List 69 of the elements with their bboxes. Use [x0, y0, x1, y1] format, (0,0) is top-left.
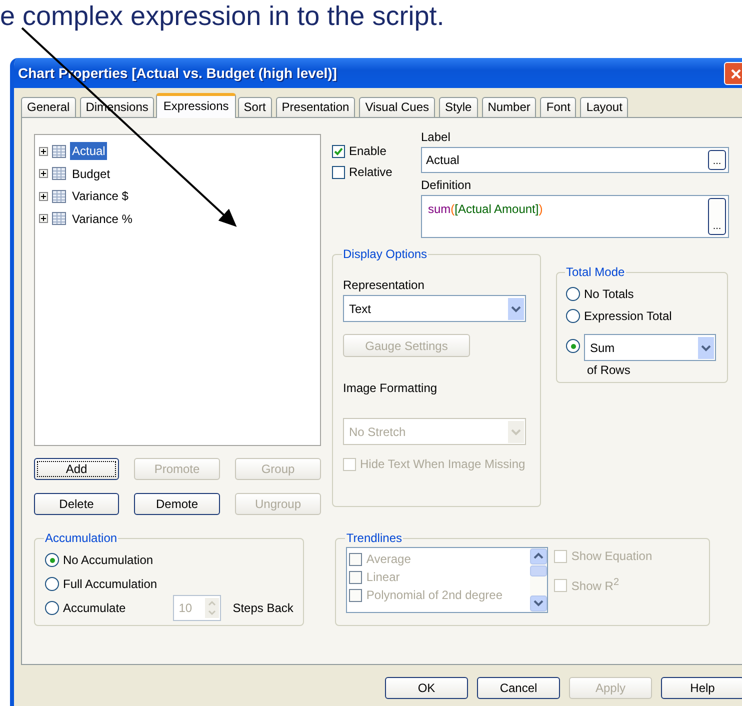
- button[interactable]: Demote: [134, 493, 220, 515]
- definition-field[interactable]: sum([Actual Amount]) ...: [421, 195, 729, 238]
- field-caption: Definition: [421, 178, 472, 192]
- radio-label: Accumulate: [63, 601, 126, 615]
- radio-button[interactable]: [566, 287, 580, 301]
- browse-button[interactable]: ...: [708, 150, 726, 170]
- radio-label: Expression Total: [584, 309, 672, 323]
- representation-dropdown[interactable]: Text: [343, 295, 526, 322]
- radio-button[interactable]: [45, 601, 59, 615]
- checkbox[interactable]: [332, 166, 345, 178]
- field-caption: Label: [421, 130, 452, 144]
- total-function-dropdown[interactable]: Sum: [584, 334, 716, 361]
- browse-button[interactable]: ...: [708, 198, 726, 235]
- expand-icon[interactable]: [39, 169, 48, 178]
- radio-button[interactable]: [45, 553, 59, 567]
- tab[interactable]: Sort: [238, 97, 272, 117]
- tab[interactable]: General: [21, 97, 76, 117]
- tree-item[interactable]: Variance %: [70, 210, 134, 228]
- group-title: Display Options: [342, 247, 428, 261]
- tree-item[interactable]: Budget: [70, 164, 112, 183]
- radio-button[interactable]: [566, 309, 580, 323]
- button[interactable]: OK: [385, 677, 468, 699]
- tree-item[interactable]: Variance $: [70, 187, 130, 206]
- group-title: Accumulation: [44, 531, 118, 545]
- checkbox-label: Show Equation: [571, 549, 652, 563]
- tab[interactable]: Font: [540, 97, 576, 117]
- close-button[interactable]: [724, 62, 742, 85]
- field-caption: Image Formatting: [343, 381, 438, 395]
- table-icon: [52, 167, 66, 180]
- checkbox-label: Hide Text When Image Missing: [360, 457, 526, 471]
- tree-item[interactable]: Actual: [70, 142, 108, 160]
- checkbox-label: Linear: [366, 570, 400, 584]
- tab[interactable]: Visual Cues: [359, 97, 436, 117]
- checkbox-label: Average: [366, 552, 411, 566]
- checkbox-label: Enable: [349, 144, 386, 158]
- button[interactable]: Delete: [34, 493, 119, 515]
- radio-label: Full Accumulation: [63, 577, 158, 591]
- group-title: Total Mode: [565, 265, 626, 279]
- field-caption: Representation: [343, 278, 426, 292]
- slide-caption: e complex expression in to the script.: [0, 1, 444, 32]
- tab[interactable]: Expressions: [156, 93, 236, 118]
- radio-label: No Totals: [584, 287, 634, 301]
- radio-button[interactable]: [566, 339, 580, 353]
- spinner-label: Steps Back: [232, 601, 294, 615]
- label-field[interactable]: Actual ...: [421, 147, 729, 173]
- tab[interactable]: Layout: [580, 97, 628, 117]
- tab[interactable]: Number: [482, 97, 536, 117]
- table-icon: [52, 190, 66, 203]
- expand-icon[interactable]: [39, 192, 48, 201]
- close-icon: [730, 68, 742, 80]
- tab[interactable]: Style: [439, 97, 478, 117]
- radio-label: No Accumulation: [63, 553, 154, 567]
- group-title: Trendlines: [345, 531, 403, 545]
- table-icon: [52, 212, 66, 226]
- table-icon: [52, 144, 66, 158]
- radio-button[interactable]: [45, 577, 59, 591]
- button[interactable]: Help: [661, 677, 742, 699]
- button[interactable]: Cancel: [477, 677, 560, 699]
- expand-icon[interactable]: [39, 214, 48, 224]
- checkbox[interactable]: [332, 144, 345, 158]
- checkbox-label: Show R$^{2}$: [571, 577, 619, 593]
- expand-icon[interactable]: [39, 146, 48, 156]
- field-caption: of Rows: [587, 363, 632, 377]
- checkbox-label: Relative: [349, 165, 392, 179]
- button[interactable]: Add: [34, 458, 119, 480]
- checkbox-label: Polynomial of 2nd degree: [366, 588, 502, 602]
- spinner-arrows-icon: [204, 598, 219, 618]
- tab[interactable]: Presentation: [276, 97, 356, 117]
- scrollbar-drawing[interactable]: [530, 548, 548, 612]
